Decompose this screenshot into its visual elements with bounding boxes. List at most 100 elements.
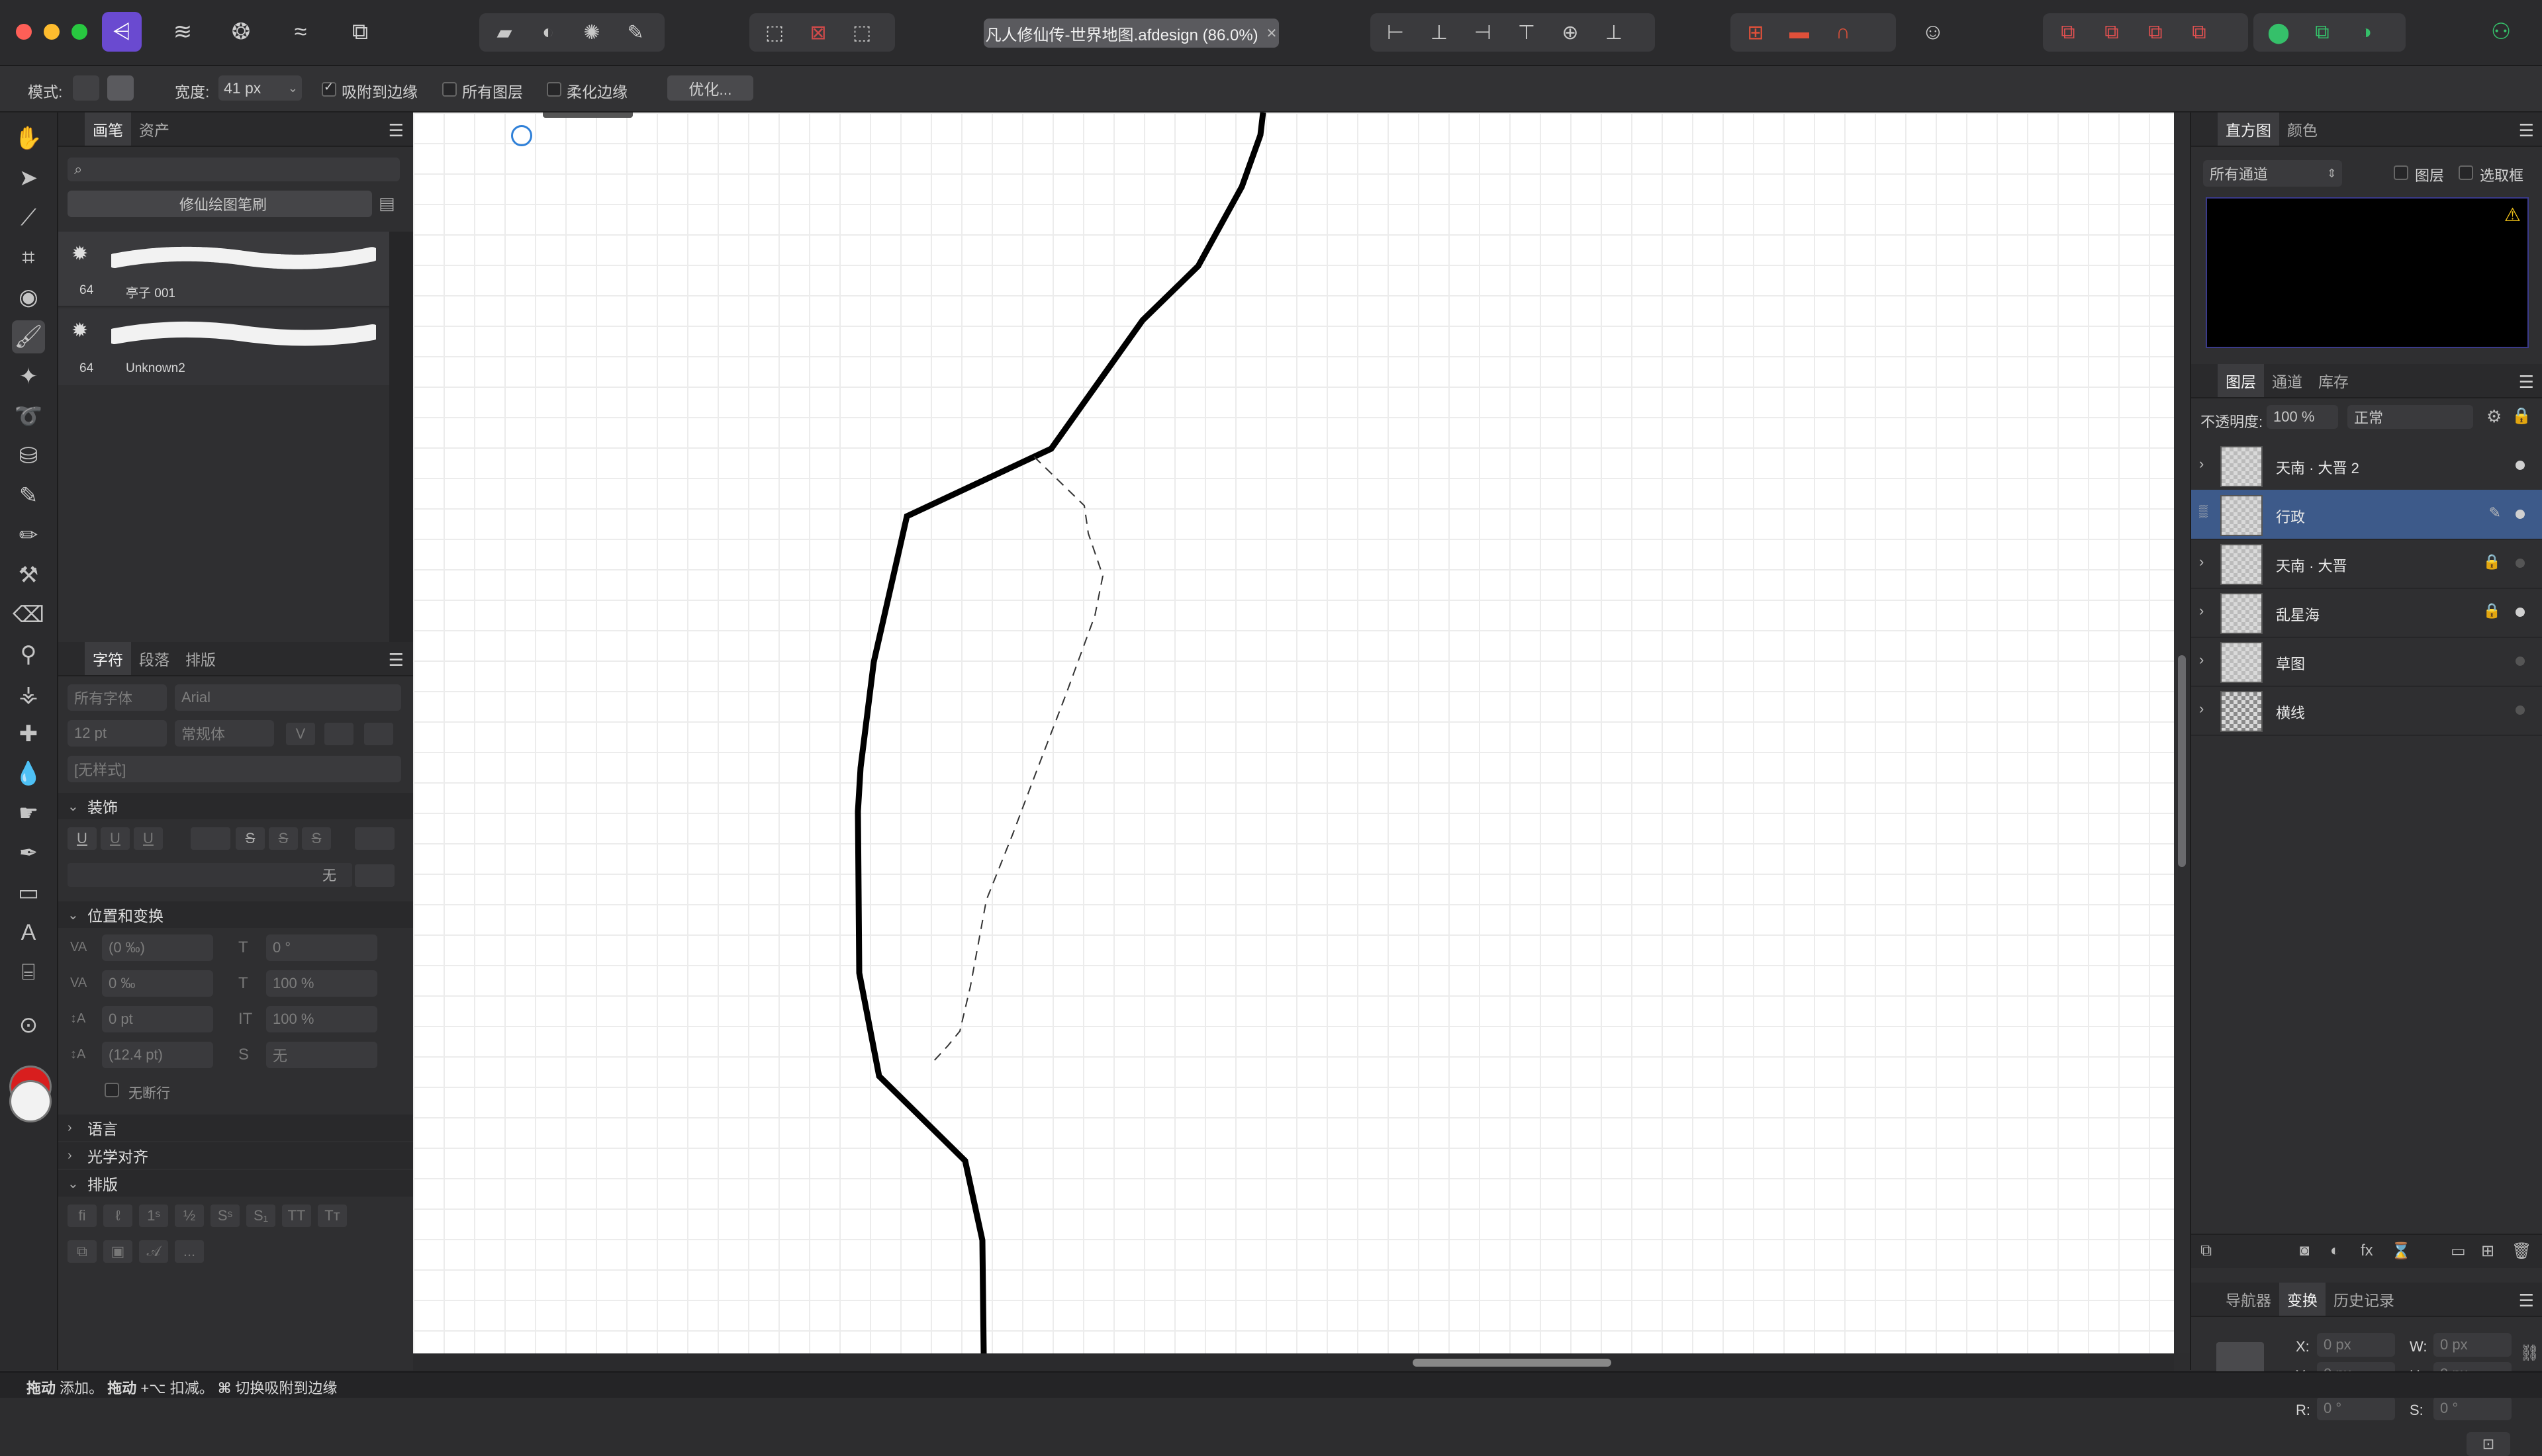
blend-mode-select[interactable]: 正常 [2347, 405, 2473, 429]
decoration-line-field[interactable]: 无 [68, 863, 352, 887]
decoration-swatch[interactable] [355, 864, 395, 887]
contrast-icon[interactable]: ◐ [530, 16, 567, 49]
clone-tool-icon[interactable]: ⚶ [12, 678, 45, 711]
smudge-tool-icon[interactable]: ☛ [12, 797, 45, 830]
ordinal-button[interactable]: 1ˢ [139, 1205, 168, 1227]
color-replace-tool-icon[interactable]: ⚒ [12, 559, 45, 592]
decoration-section-header[interactable]: ⌄ 装饰 [58, 793, 413, 819]
layer-row[interactable]: › 草图 [2191, 637, 2542, 687]
lock-icon[interactable]: 🔒 [2512, 406, 2531, 426]
all-layers-checkbox[interactable] [442, 82, 457, 97]
transform-origin-button[interactable]: ⊡ [2467, 1432, 2510, 1456]
brush-category-select[interactable]: 修仙绘图笔刷 [68, 191, 372, 217]
histogram-layer-checkbox[interactable] [2394, 165, 2408, 180]
superscript-button[interactable]: Sˢ [211, 1205, 240, 1227]
optical-section-header[interactable]: › 光学对齐 [58, 1142, 413, 1169]
intersect-shape-icon[interactable]: ◑ [2347, 16, 2384, 49]
levels-icon[interactable]: ▰ [486, 16, 523, 49]
chevron-right-icon[interactable]: › [2199, 553, 2204, 570]
panel-menu-icon[interactable]: ☰ [389, 120, 404, 141]
horizontal-scroll-thumb[interactable] [1413, 1359, 1611, 1367]
strike-style-button[interactable]: S [302, 827, 331, 850]
fx-icon[interactable]: fx [2361, 1242, 2373, 1260]
color-picker-tool-icon[interactable]: ⟋ [12, 201, 45, 234]
export-persona-icon[interactable]: ❂ [221, 12, 261, 52]
mesh-warp-tool-icon[interactable]: ⌸ [12, 956, 45, 989]
text-style-select[interactable]: [无样式] [68, 756, 401, 782]
link-icon[interactable]: ⛓ [2519, 1343, 2539, 1363]
shear-field[interactable]: 0 ° [2433, 1396, 2512, 1420]
font-color-swatch[interactable] [324, 723, 353, 745]
rotation-field[interactable]: 0 ° [2317, 1396, 2395, 1420]
position-section-header[interactable]: ⌄ 位置和变换 [58, 901, 413, 928]
tracking-field[interactable]: (0 ‰) [102, 934, 213, 961]
tab-paragraph[interactable]: 段落 [131, 642, 177, 675]
add-pixel-layer-icon[interactable]: ⊞ [2481, 1242, 2494, 1261]
edit-icon[interactable]: ✎ [2489, 504, 2501, 522]
strike-color-swatch[interactable] [355, 827, 395, 850]
double-underline-button[interactable]: U [101, 827, 130, 850]
align-top-icon[interactable]: ⊤ [1508, 16, 1545, 49]
account-icon[interactable]: ⚇ [2481, 12, 2521, 52]
double-strikethrough-button[interactable]: S [269, 827, 298, 850]
tab-typography[interactable]: 排版 [177, 642, 224, 675]
export-slices-icon[interactable]: ⧉ [340, 12, 380, 52]
visibility-dot[interactable] [2516, 608, 2525, 617]
panel-menu-icon[interactable]: ☰ [2519, 1291, 2534, 1311]
w-field[interactable]: 0 px [2433, 1333, 2512, 1357]
secondary-color-swatch[interactable] [9, 1080, 52, 1122]
pixel-tool-icon[interactable]: ✎ [12, 479, 45, 512]
zoom-window-button[interactable] [71, 24, 87, 40]
snapping-toggle-icon[interactable]: ▬ [1781, 16, 1818, 49]
snapping-grid-icon[interactable]: ⊞ [1737, 16, 1774, 49]
text-tool-icon[interactable]: A [12, 916, 45, 949]
move-forward-one-icon[interactable]: ⧉ [2137, 16, 2174, 49]
brush-list-scrollbar[interactable] [389, 232, 413, 642]
baseline-field[interactable]: 0 pt [102, 1006, 213, 1032]
vertical-scale-field[interactable]: 100 % [266, 1006, 377, 1032]
fraction-button[interactable]: ½ [175, 1205, 204, 1227]
gear-icon[interactable]: ⚙ [2486, 406, 2502, 427]
shear-field[interactable]: 0 ° [266, 934, 377, 961]
visibility-dot[interactable] [2516, 705, 2525, 715]
tab-color[interactable]: 颜色 [2279, 113, 2326, 146]
tab-history[interactable]: 历史记录 [2326, 1283, 2402, 1316]
vertical-scrollbar-track[interactable] [2174, 113, 2190, 1353]
magnet-icon[interactable]: ∩ [1824, 16, 1861, 49]
minimize-window-button[interactable] [44, 24, 60, 40]
flood-fill-tool-icon[interactable]: ⛁ [12, 439, 45, 473]
trash-icon[interactable]: 🗑 [2512, 1242, 2531, 1261]
opacity-field[interactable]: 100 % [2267, 405, 2338, 429]
underline-color-swatch[interactable] [191, 827, 230, 850]
font-style-select[interactable]: 常规体 [175, 720, 274, 747]
font-size-field[interactable]: 12 pt [68, 720, 167, 747]
brush-settings-icon[interactable]: ✎ [617, 16, 654, 49]
tab-histogram[interactable]: 直方图 [2218, 113, 2279, 146]
brush-list-view-icon[interactable]: ▤ [379, 193, 400, 214]
chevron-right-icon[interactable]: › [2199, 602, 2204, 619]
selection-brush-icon[interactable]: ◉ [12, 281, 45, 314]
strikethrough-button[interactable]: S [236, 827, 265, 850]
layer-options-icon[interactable]: ⧉ [2200, 1242, 2212, 1260]
underline-button[interactable]: U [68, 827, 97, 850]
no-break-checkbox[interactable] [105, 1083, 119, 1097]
deselect-icon[interactable]: ⊠ [800, 16, 837, 49]
move-tool-icon[interactable]: ➤ [12, 161, 45, 195]
x-field[interactable]: 0 px [2317, 1333, 2395, 1357]
lock-icon[interactable]: 🔒 [2483, 602, 2501, 619]
designer-persona-icon[interactable]: ⩤ [102, 12, 142, 52]
hand-tool-icon[interactable]: ✋ [12, 122, 45, 155]
magic-wand-tool-icon[interactable]: ✦ [12, 360, 45, 393]
font-highlight-swatch[interactable] [364, 723, 393, 745]
canvas-grid[interactable] [413, 113, 2174, 1353]
tab-stock[interactable]: 库存 [2310, 364, 2357, 397]
tab-brushes[interactable]: 画笔 [85, 113, 131, 146]
move-to-back-icon[interactable]: ⧉ [2049, 16, 2087, 49]
subscript-button[interactable]: S₁ [246, 1205, 275, 1227]
select-all-icon[interactable]: ⬚ [756, 16, 793, 49]
eraser-tool-icon[interactable]: ⌫ [12, 598, 45, 631]
pen-tool-icon[interactable]: ✒ [12, 837, 45, 870]
move-back-one-icon[interactable]: ⧉ [2093, 16, 2130, 49]
leading-field[interactable]: (12.4 pt) [102, 1042, 213, 1068]
tab-layers[interactable]: 图层 [2218, 364, 2264, 397]
